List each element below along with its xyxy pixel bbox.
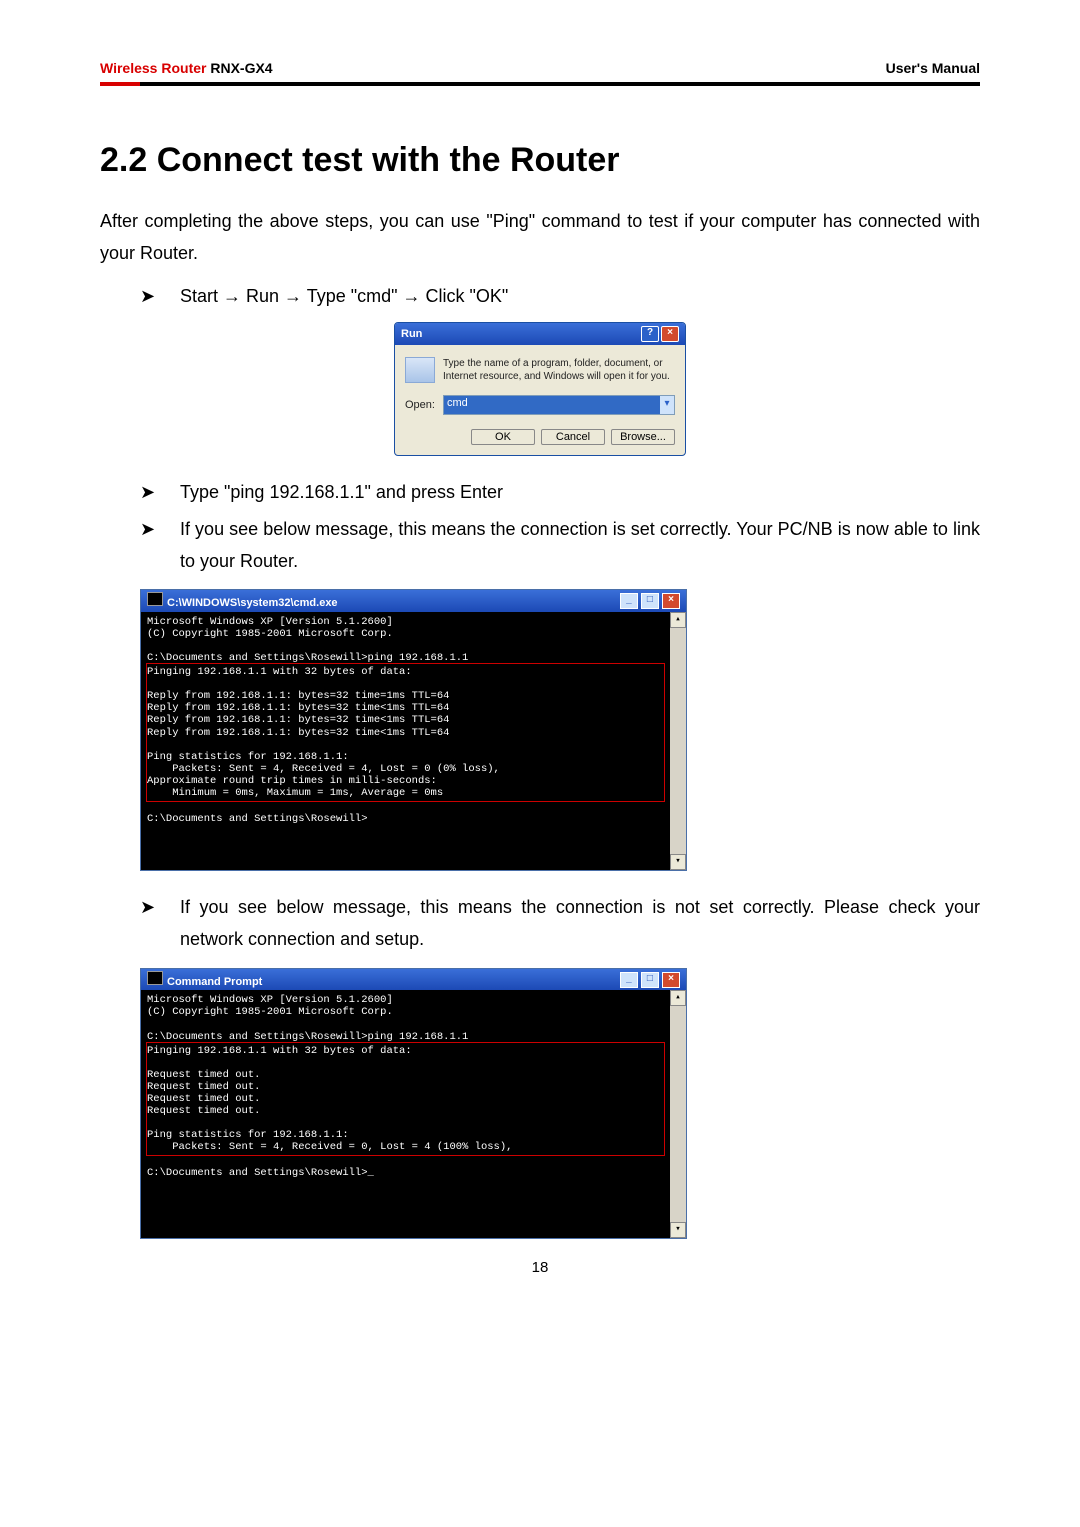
section-heading: 2.2 Connect test with the Router bbox=[100, 141, 980, 180]
cmd1-output: Microsoft Windows XP [Version 5.1.2600] … bbox=[141, 612, 670, 870]
maximize-icon[interactable]: □ bbox=[641, 593, 659, 609]
header-right: User's Manual bbox=[886, 60, 980, 76]
close-icon[interactable]: × bbox=[662, 593, 680, 609]
maximize-icon[interactable]: □ bbox=[641, 972, 659, 988]
cmd-icon bbox=[147, 971, 163, 985]
browse-button[interactable]: Browse... bbox=[611, 429, 675, 445]
step-2: Type "ping 192.168.1.1" and press Enter bbox=[140, 476, 980, 508]
chevron-down-icon[interactable]: ▾ bbox=[660, 396, 674, 414]
header-model: RNX-GX4 bbox=[206, 60, 272, 76]
scroll-down-icon[interactable]: ▾ bbox=[670, 1222, 686, 1238]
cmd1-title: C:\WINDOWS\system32\cmd.exe bbox=[167, 597, 338, 609]
run-description: Type the name of a program, folder, docu… bbox=[443, 357, 675, 383]
run-title-text: Run bbox=[401, 328, 422, 340]
scroll-down-icon[interactable]: ▾ bbox=[670, 854, 686, 870]
cmd-window-success: C:\WINDOWS\system32\cmd.exe _ □ × Micros… bbox=[140, 589, 687, 871]
run-icon bbox=[405, 357, 435, 383]
header-rule bbox=[100, 82, 980, 86]
cmd-icon bbox=[147, 592, 163, 606]
open-value: cmd bbox=[444, 396, 660, 414]
cmd2-highlight: Pinging 192.168.1.1 with 32 bytes of dat… bbox=[147, 1043, 664, 1156]
open-combobox[interactable]: cmd ▾ bbox=[443, 395, 675, 415]
step-3: If you see below message, this means the… bbox=[140, 513, 980, 578]
page-number: 18 bbox=[100, 1259, 980, 1276]
intro-text: After completing the above steps, you ca… bbox=[100, 205, 980, 270]
scrollbar[interactable]: ▴ ▾ bbox=[670, 612, 686, 870]
cmd2-title: Command Prompt bbox=[167, 976, 262, 988]
scrollbar[interactable]: ▴ ▾ bbox=[670, 990, 686, 1238]
help-icon[interactable]: ? bbox=[641, 326, 659, 342]
run-titlebar: Run ? × bbox=[395, 323, 685, 345]
cmd1-highlight: Pinging 192.168.1.1 with 32 bytes of dat… bbox=[147, 664, 664, 801]
cmd-window-fail: Command Prompt _ □ × Microsoft Windows X… bbox=[140, 968, 687, 1240]
step-1: Start → Run → Type "cmd" → Click "OK" bbox=[140, 280, 980, 312]
cancel-button[interactable]: Cancel bbox=[541, 429, 605, 445]
minimize-icon[interactable]: _ bbox=[620, 593, 638, 609]
cmd2-output: Microsoft Windows XP [Version 5.1.2600] … bbox=[141, 990, 670, 1238]
ok-button[interactable]: OK bbox=[471, 429, 535, 445]
scroll-up-icon[interactable]: ▴ bbox=[670, 990, 686, 1006]
header-brand: Wireless Router bbox=[100, 60, 206, 76]
scroll-up-icon[interactable]: ▴ bbox=[670, 612, 686, 628]
close-icon[interactable]: × bbox=[661, 326, 679, 342]
minimize-icon[interactable]: _ bbox=[620, 972, 638, 988]
page-header: Wireless Router RNX-GX4 User's Manual bbox=[100, 60, 980, 82]
close-icon[interactable]: × bbox=[662, 972, 680, 988]
step-4: If you see below message, this means the… bbox=[140, 891, 980, 956]
open-label: Open: bbox=[405, 399, 435, 411]
run-dialog: Run ? × Type the name of a program, fold… bbox=[394, 322, 686, 456]
